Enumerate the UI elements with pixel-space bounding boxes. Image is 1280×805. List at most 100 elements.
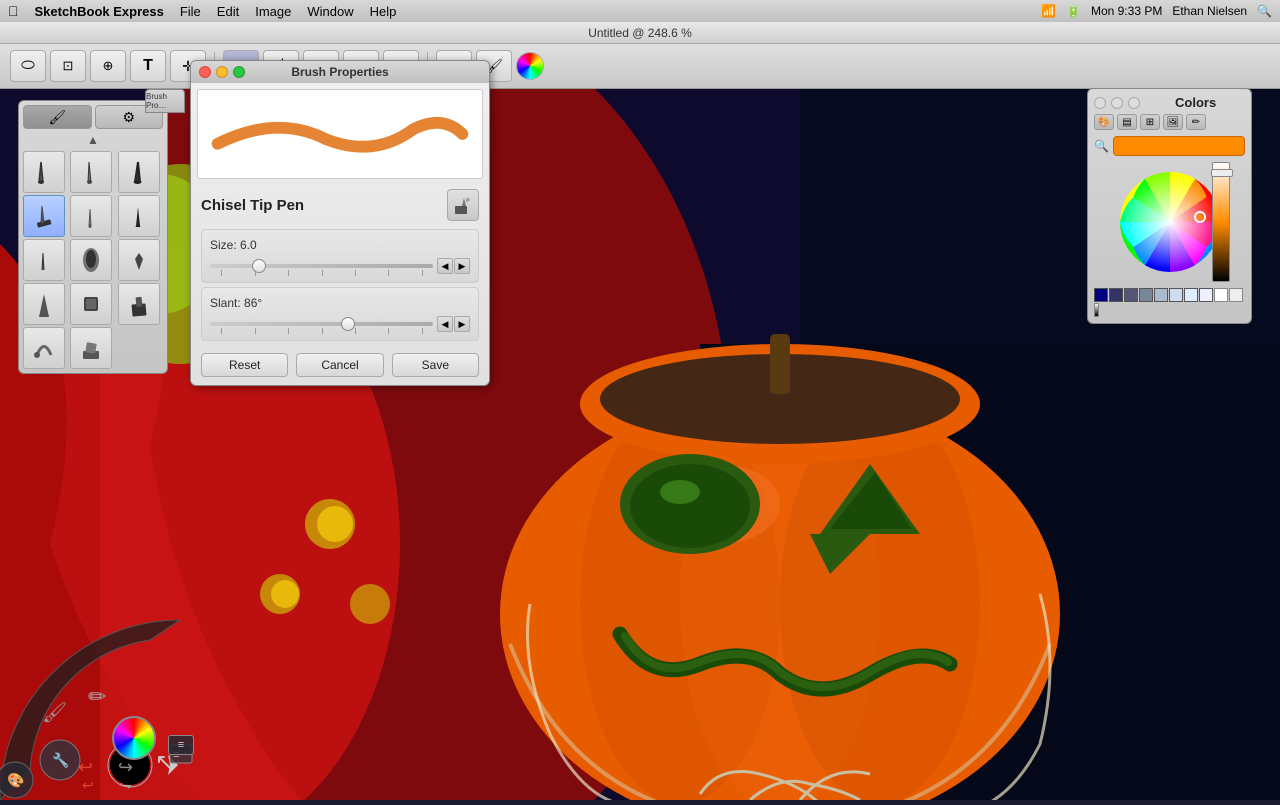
slant-section: Slant: 86° ◀ ▶ [201,287,479,341]
dialog-footer: Reset Cancel Save [191,345,489,385]
document-title: Untitled @ 248.6 % [588,26,692,40]
color-brightness-thumb[interactable] [1211,169,1233,177]
svg-text:🎨: 🎨 [7,771,24,789]
brush-item-10[interactable] [23,283,65,325]
brush-item-11[interactable] [70,283,112,325]
colors-title: Colors [1175,95,1216,110]
color-brightness-strip[interactable] [1212,162,1230,282]
dialog-minimize-button[interactable] [216,66,228,78]
brush-item-8[interactable] [70,239,112,281]
svg-text:↩: ↩ [82,777,94,793]
layers-button[interactable]: ≡ [168,735,194,755]
brush-item-9[interactable] [118,239,160,281]
swatch-navy[interactable] [1094,288,1108,302]
color-tool[interactable] [516,52,544,80]
menu-help[interactable]: Help [370,4,397,19]
colors-close-btn[interactable] [1094,97,1106,109]
brush-item-3[interactable] [118,151,160,193]
slant-slider-thumb[interactable] [341,317,355,331]
reset-button[interactable]: Reset [201,353,288,377]
size-label: Size: 6.0 [210,238,470,252]
brush-name-label: Chisel Tip Pen [201,197,304,214]
brush-item-2[interactable] [70,151,112,193]
apple-menu[interactable]:  [8,3,19,19]
menu-image[interactable]: Image [255,4,291,19]
radial-pencil-button[interactable]: ✏ [88,684,106,710]
menu-window[interactable]: Window [307,4,353,19]
size-decrease-button[interactable]: ◀ [437,258,453,274]
brush-item-12[interactable] [118,283,160,325]
brush-name-row: Chisel Tip Pen [191,185,489,225]
text-tool[interactable]: T [130,50,166,82]
menu-edit[interactable]: Edit [217,4,239,19]
palette-tabs: 🖌 ⚙ [23,105,163,129]
swatch-2[interactable] [1124,288,1138,302]
cancel-button[interactable]: Cancel [296,353,383,377]
swatch-4[interactable] [1154,288,1168,302]
zoom-tool[interactable]: ⊕ [90,50,126,82]
swatch-7[interactable] [1199,288,1213,302]
brush-item-1[interactable] [23,151,65,193]
radial-brush-button[interactable]: 🖌 [42,700,67,725]
brush-dialog: Brush Properties Chisel Tip Pen Size: 6.… [190,60,490,386]
swatch-5[interactable] [1169,288,1183,302]
menu-file[interactable]: File [180,4,201,19]
color-crayons-tab[interactable]: ✏ [1186,114,1206,130]
search-icon[interactable]: 🔍 [1257,4,1272,18]
size-slider-thumb[interactable] [252,259,266,273]
colors-max-btn[interactable] [1128,97,1140,109]
brush-item-4[interactable] [23,195,65,237]
brush-item-5[interactable] [70,195,112,237]
undo-button[interactable]: ↩ [78,757,93,778]
swatch-1[interactable] [1109,288,1123,302]
user-name: Ethan Nielsen [1172,4,1247,18]
brush-palette: 🖌 ⚙ ▲ [18,100,168,374]
size-section: Size: 6.0 ◀ ▶ [201,229,479,283]
color-search-icon: 🔍 [1094,139,1109,153]
colors-window-controls: Colors [1094,95,1245,110]
brush-props-mini-label: Brush Pro… [146,92,184,110]
colors-min-btn[interactable] [1111,97,1123,109]
slant-increase-button[interactable]: ▶ [454,316,470,332]
dialog-maximize-button[interactable] [233,66,245,78]
size-slider-track[interactable] [210,264,433,268]
brush-item-7[interactable] [23,239,65,281]
dialog-close-button[interactable] [199,66,211,78]
brush-item-13[interactable] [23,327,65,369]
color-wheel-tab[interactable]: 🎨 [1094,114,1114,130]
redo-button[interactable]: ↪ [118,757,133,778]
dialog-title: Brush Properties [291,65,388,79]
swatch-8[interactable] [1229,288,1243,302]
swatch-3[interactable] [1139,288,1153,302]
brush-item-14[interactable] [70,327,112,369]
color-wheel[interactable] [1110,162,1230,282]
crop-tool[interactable]: ⊡ [50,50,86,82]
radial-color-wheel[interactable] [112,716,156,760]
brush-icon-button[interactable] [447,189,479,221]
brush-item-6[interactable] [118,195,160,237]
time-display: Mon 9:33 PM [1091,4,1162,18]
size-increase-button[interactable]: ▶ [454,258,470,274]
app-name[interactable]: SketchBook Express [35,4,164,19]
color-swatches-tab[interactable]: ⊞ [1140,114,1160,130]
brush-preview [197,89,483,179]
color-current-swatch[interactable] [1113,136,1245,156]
titlebar: Untitled @ 248.6 % [0,22,1280,44]
swatch-6[interactable] [1184,288,1198,302]
color-sliders-tab[interactable]: ▤ [1117,114,1137,130]
palette-scroll-up[interactable]: ▲ [23,133,163,147]
battery-icon: 🔋 [1066,4,1081,18]
slant-slider-track[interactable] [210,322,433,326]
slant-decrease-button[interactable]: ◀ [437,316,453,332]
menubar:  SketchBook Express File Edit Image Win… [0,0,1280,22]
size-slider-row: ◀ ▶ [210,258,470,274]
swatch-white[interactable] [1214,288,1228,302]
color-swatches-bar [1094,288,1245,317]
wifi-icon: 📶 [1041,4,1056,18]
save-button[interactable]: Save [392,353,479,377]
color-image-tab[interactable]: 🖼 [1163,114,1183,130]
lasso-tool[interactable]: ⬭ [10,50,46,82]
palette-tab-brushes[interactable]: 🖌 [23,105,92,129]
brush-props-mini-panel: Brush Pro… [145,89,185,113]
dialog-titlebar: Brush Properties [191,61,489,83]
